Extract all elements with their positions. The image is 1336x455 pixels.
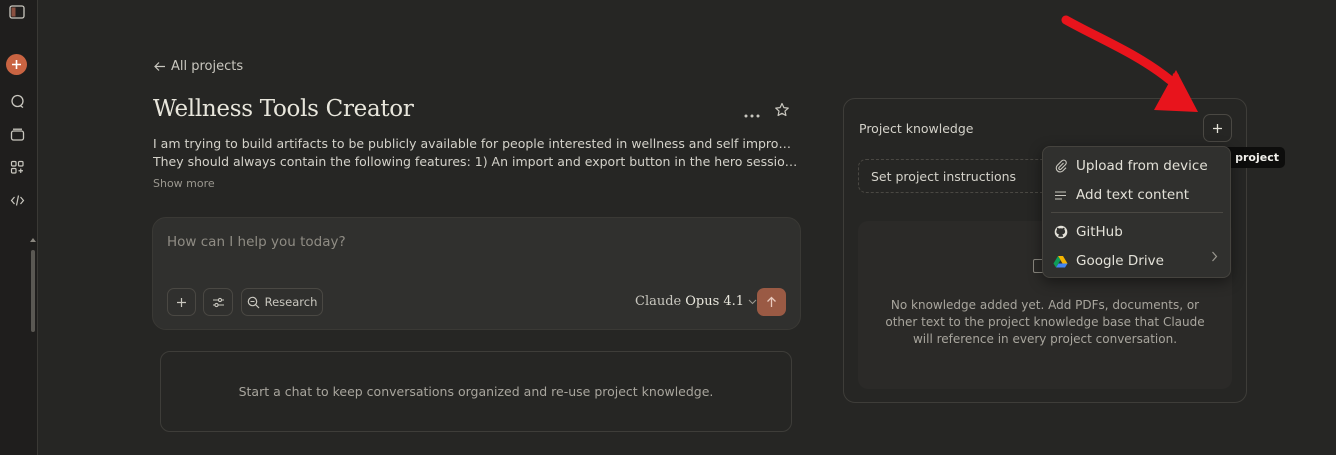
- new-chat-button[interactable]: [6, 54, 27, 75]
- chat-input[interactable]: How can I help you today?: [167, 234, 346, 250]
- research-button[interactable]: Research: [241, 288, 323, 316]
- tools-button[interactable]: [203, 288, 233, 316]
- description-line: I am trying to build artifacts to be pub…: [153, 136, 798, 151]
- research-icon: [247, 296, 260, 308]
- sidebar-scrollbar[interactable]: [31, 250, 35, 332]
- instructions-label: Set project instructions: [871, 168, 1017, 184]
- plus-icon: [1213, 123, 1222, 133]
- text-lines-icon: [1053, 188, 1068, 203]
- show-more-link[interactable]: Show more: [153, 177, 215, 190]
- menu-item-label: Google Drive: [1076, 253, 1164, 269]
- project-title: Wellness Tools Creator: [153, 96, 414, 122]
- add-attachment-button[interactable]: [167, 288, 196, 316]
- description-line: They should always contain the following…: [153, 154, 798, 169]
- back-to-projects-link[interactable]: All projects: [153, 59, 243, 74]
- add-knowledge-menu: Upload from device Add text content GitH…: [1042, 146, 1231, 278]
- sliders-icon: [212, 297, 224, 307]
- sidebar: [0, 0, 38, 455]
- sidebar-toggle-icon[interactable]: [7, 2, 27, 22]
- chevron-right-icon: [1212, 251, 1218, 262]
- back-link-label: All projects: [171, 59, 244, 74]
- chats-icon[interactable]: [7, 91, 27, 111]
- set-instructions-button[interactable]: Set project instructions: [858, 159, 1058, 193]
- google-drive-icon: [1053, 254, 1068, 269]
- menu-item-google-drive[interactable]: Google Drive: [1053, 250, 1223, 272]
- menu-item-github[interactable]: GitHub: [1053, 221, 1223, 243]
- plus-icon: [177, 297, 186, 307]
- model-selector[interactable]: Claude Opus 4.1: [635, 294, 757, 309]
- model-prefix: Claude: [635, 294, 682, 309]
- paperclip-icon: [1053, 159, 1068, 174]
- scroll-up-icon[interactable]: [30, 238, 36, 242]
- more-options-icon[interactable]: [744, 103, 760, 122]
- empty-state-text: No knowledge added yet. Add PDFs, docume…: [885, 298, 1205, 346]
- send-button[interactable]: [757, 288, 786, 316]
- arrow-up-icon: [767, 296, 776, 307]
- artifacts-icon[interactable]: [7, 157, 27, 177]
- menu-item-label: Add text content: [1076, 187, 1190, 203]
- knowledge-title: Project knowledge: [859, 121, 974, 136]
- chevron-down-icon: [748, 299, 757, 304]
- tooltip-text: o project: [1223, 151, 1279, 164]
- project-description: I am trying to build artifacts to be pub…: [153, 135, 798, 171]
- menu-item-add-text[interactable]: Add text content: [1053, 184, 1223, 206]
- red-annotation-arrow-icon: [1061, 15, 1198, 112]
- empty-chats-hint: Start a chat to keep conversations organ…: [160, 351, 792, 432]
- menu-item-label: Upload from device: [1076, 158, 1208, 174]
- chat-composer: How can I help you today? Research Claud…: [152, 217, 801, 330]
- star-icon[interactable]: [774, 102, 790, 122]
- research-label: Research: [264, 295, 318, 309]
- projects-icon[interactable]: [7, 124, 27, 144]
- menu-item-upload[interactable]: Upload from device: [1053, 155, 1223, 177]
- code-icon[interactable]: [7, 190, 27, 210]
- github-icon: [1053, 225, 1068, 240]
- arrow-left-icon: [154, 62, 165, 71]
- menu-item-label: GitHub: [1076, 224, 1123, 240]
- hint-text: Start a chat to keep conversations organ…: [238, 384, 714, 399]
- menu-divider: [1051, 212, 1223, 213]
- model-name: Opus 4.1: [685, 294, 745, 309]
